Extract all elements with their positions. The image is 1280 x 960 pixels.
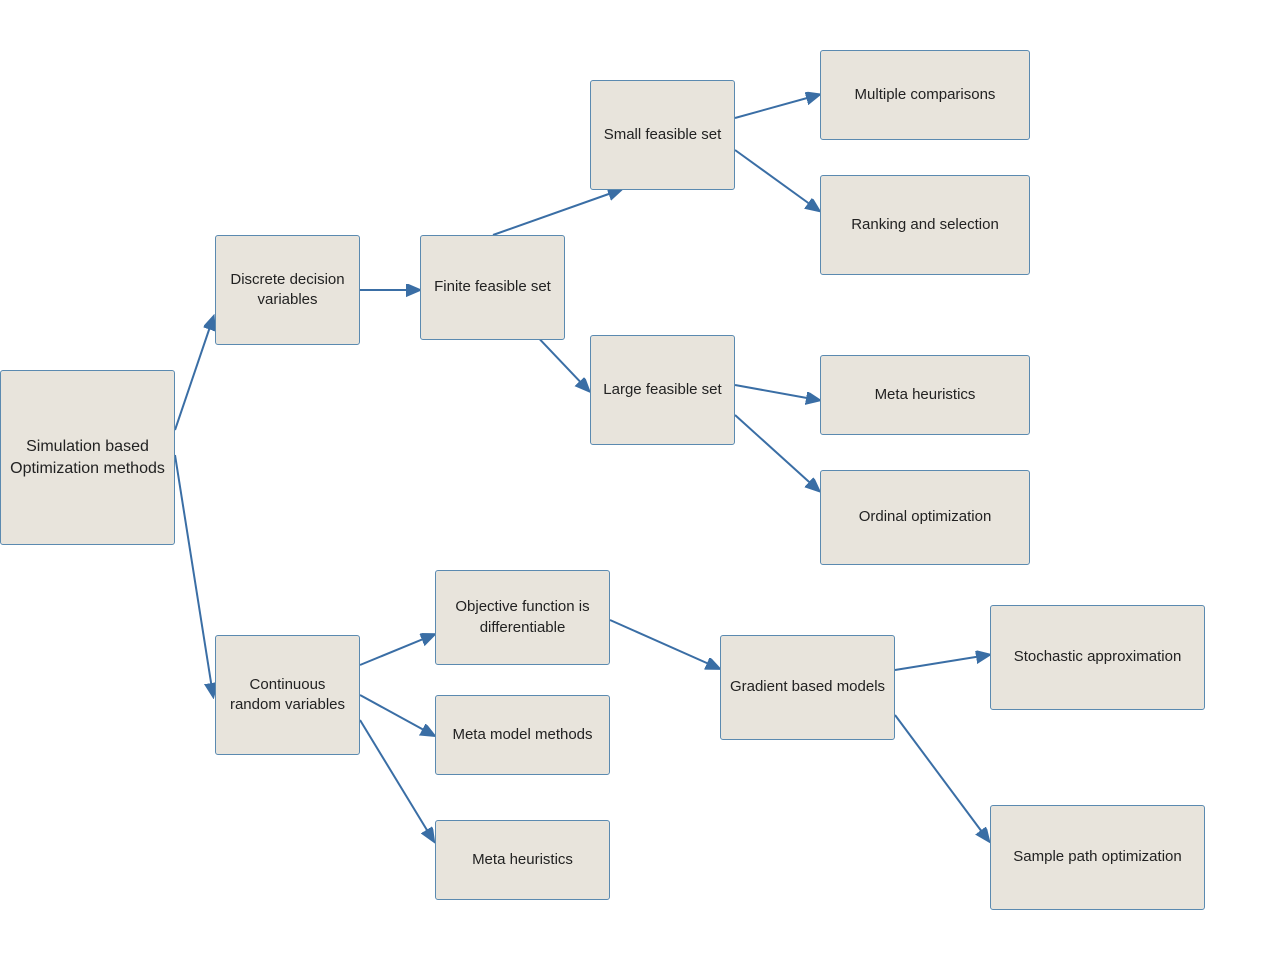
gradient-node: Gradient based models — [720, 635, 895, 740]
ordinal-node: Ordinal optimization — [820, 470, 1030, 565]
samplepath-node: Sample path optimization — [990, 805, 1205, 910]
discrete-node: Discrete decision variables — [215, 235, 360, 345]
finite-node: Finite feasible set — [420, 235, 565, 340]
continuous-node: Continuous random variables — [215, 635, 360, 755]
meta1-node: Meta heuristics — [820, 355, 1030, 435]
large-node: Large feasible set — [590, 335, 735, 445]
stochastic-node: Stochastic approximation — [990, 605, 1205, 710]
metamodel-node: Meta model methods — [435, 695, 610, 775]
meta2-node: Meta heuristics — [435, 820, 610, 900]
simulation-node: Simulation based Optimization methods — [0, 370, 175, 545]
objective-node: Objective function is differentiable — [435, 570, 610, 665]
multiple-node: Multiple comparisons — [820, 50, 1030, 140]
diagram: Simulation based Optimization methods Di… — [0, 0, 1280, 960]
ranking-node: Ranking and selection — [820, 175, 1030, 275]
small-node: Small feasible set — [590, 80, 735, 190]
